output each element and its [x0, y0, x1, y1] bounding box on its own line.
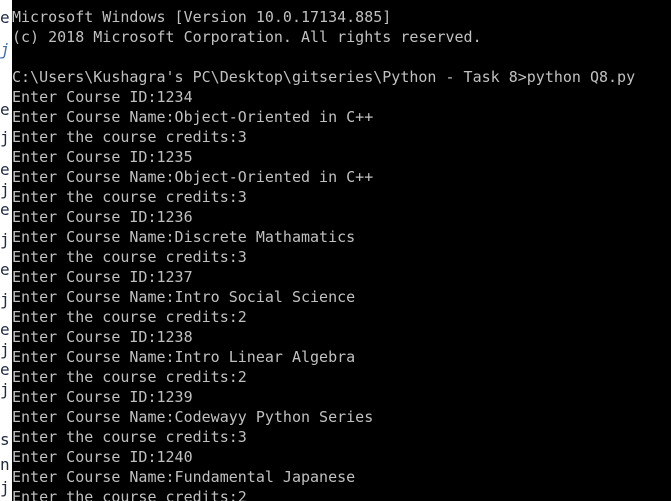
editor-gutter-char: j [0, 290, 10, 309]
console-line: Enter Course ID:1240 [12, 448, 193, 466]
console-header-line: Microsoft Windows [Version 10.0.17134.88… [12, 8, 392, 26]
editor-gutter-char: e [0, 100, 10, 119]
editor-gutter-char: e [0, 160, 10, 179]
editor-gutter-char: j [0, 230, 10, 249]
console-line: Enter Course Name:Object-Oriented in C++ [12, 168, 374, 186]
editor-gutter-char: j [0, 380, 10, 399]
editor-gutter-char: s [0, 430, 10, 449]
console-line: Enter Course ID:1235 [12, 148, 193, 166]
editor-gutter-char: j [0, 340, 10, 359]
console-line: Enter the course credits:2 [12, 308, 247, 326]
editor-gutter-char: e [0, 260, 10, 279]
console-line: Enter the course credits:3 [12, 248, 247, 266]
console-line: Enter the course credits:3 [12, 128, 247, 146]
editor-gutter-char: n [0, 455, 10, 474]
command-prompt-window[interactable]: Microsoft Windows [Version 10.0.17134.88… [12, 0, 671, 501]
console-line: Enter the course credits:3 [12, 428, 247, 446]
editor-gutter-char: j [0, 128, 10, 147]
editor-gutter-char: j [0, 180, 10, 199]
editor-gutter-char: j [0, 478, 10, 497]
editor-gutter-char: e [0, 320, 10, 339]
desktop-screen: ejejejejejejejsnj Microsoft Windows [Ver… [0, 0, 671, 501]
console-line: Enter Course Name:Object-Oriented in C++ [12, 108, 374, 126]
console-line: Enter Course ID:1239 [12, 388, 193, 406]
console-line: Enter the course credits:2 [12, 488, 247, 501]
console-line: Enter Course ID:1238 [12, 328, 193, 346]
console-line: Enter Course Name:Fundamental Japanese [12, 468, 356, 486]
console-line: Enter Course Name:Intro Social Science [12, 288, 356, 306]
editor-gutter-char: e [0, 8, 10, 27]
console-line: Enter the course credits:3 [12, 188, 247, 206]
console-line: Enter Course ID:1234 [12, 88, 193, 106]
console-line: Enter Course Name:Codewayy Python Series [12, 408, 374, 426]
console-line: Enter Course ID:1236 [12, 208, 193, 226]
console-line: Enter Course Name:Intro Linear Algebra [12, 348, 356, 366]
console-line: Enter Course ID:1237 [12, 268, 193, 286]
editor-gutter-char: j [0, 40, 10, 59]
console-line: Enter Course Name:Discrete Mathamatics [12, 228, 356, 246]
console-output[interactable]: Microsoft Windows [Version 10.0.17134.88… [12, 0, 671, 501]
console-line: (c) 2018 Microsoft Corporation. All righ… [12, 28, 482, 46]
console-line: Enter the course credits:2 [12, 368, 247, 386]
editor-gutter-char: e [0, 200, 10, 219]
console-line: C:\Users\Kushagra's PC\Desktop\gitseries… [12, 68, 636, 86]
editor-gutter-char: e [0, 360, 10, 379]
